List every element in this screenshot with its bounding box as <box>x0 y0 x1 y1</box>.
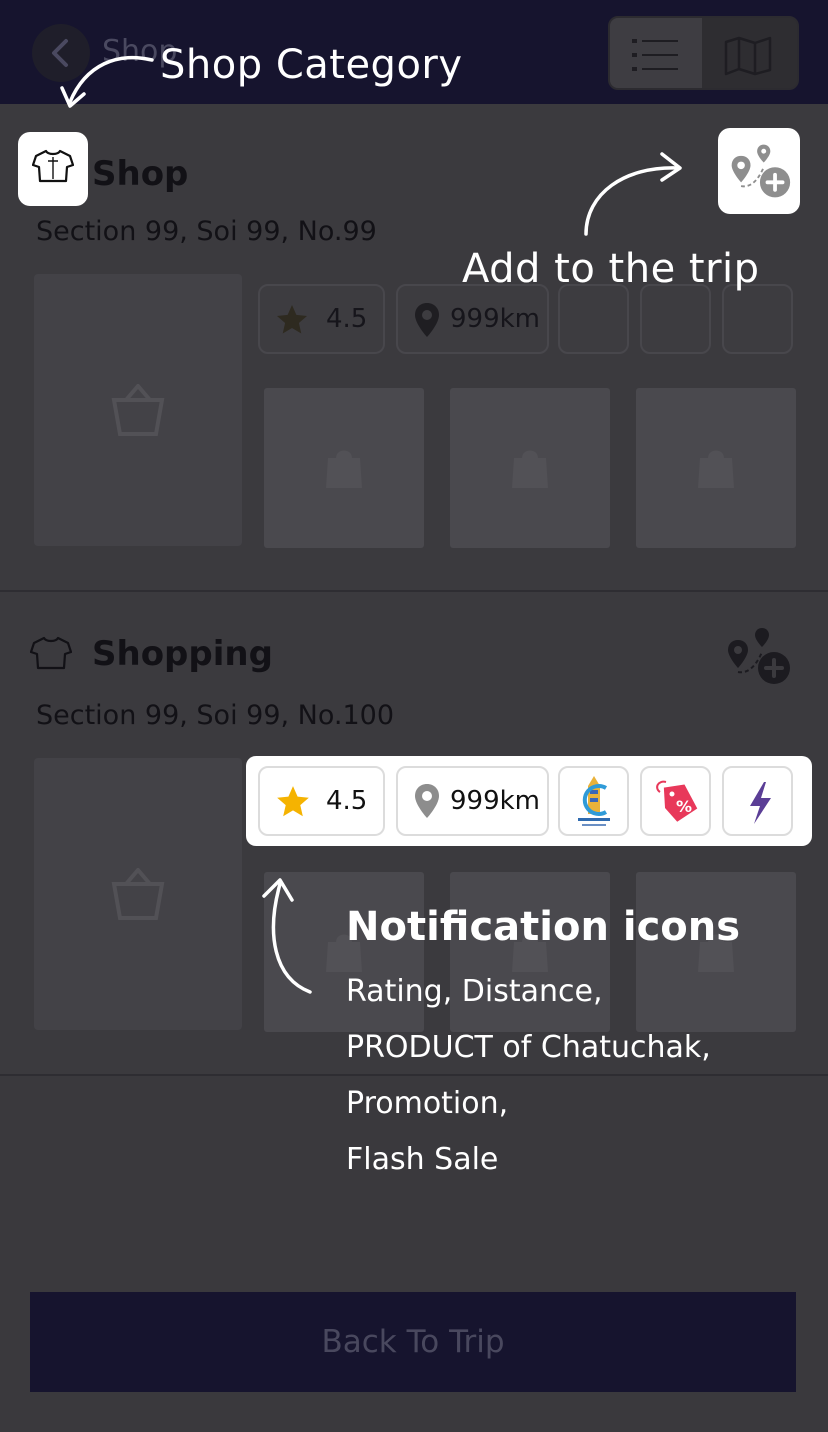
notification-icons-highlight: 4.5 999km % <box>246 756 812 846</box>
star-icon <box>277 305 307 334</box>
flash-sale-badge <box>722 766 793 836</box>
shop-category-tip: Shop Category <box>160 42 463 88</box>
shop-basket-icon <box>111 868 165 920</box>
notification-tip-line: Promotion, <box>346 1086 509 1121</box>
shirt-category-icon <box>30 636 72 670</box>
chatuchak-product-badge <box>558 284 629 354</box>
notification-icons-tip-title: Notification icons <box>346 904 741 950</box>
notification-tip-line: Rating, Distance, <box>346 974 603 1009</box>
add-to-trip-icon <box>731 144 791 198</box>
view-toggle <box>608 16 799 90</box>
product-thumbnail[interactable] <box>450 388 610 548</box>
add-to-trip-arrow <box>584 152 682 236</box>
map-view-button[interactable] <box>702 18 797 88</box>
distance-value: 999km <box>450 304 541 334</box>
shop-name: Shopping <box>92 634 273 674</box>
flash-sale-icon <box>750 782 771 824</box>
promotion-badge <box>640 284 711 354</box>
product-thumbnail[interactable] <box>636 388 796 548</box>
list-view-icon <box>632 39 678 71</box>
rating-badge: 4.5 <box>258 766 385 836</box>
product-thumbnail[interactable] <box>264 388 424 548</box>
shop-category-highlight <box>18 132 88 206</box>
product-thumbnail[interactable] <box>636 872 796 1032</box>
chatuchak-product-icon <box>578 776 610 826</box>
location-pin-icon <box>415 784 439 818</box>
shop-name: Shop <box>92 154 189 194</box>
chatuchak-product-badge <box>558 766 629 836</box>
product-bag-icon <box>326 450 362 488</box>
notification-tip-line: PRODUCT of Chatuchak, <box>346 1030 711 1065</box>
add-to-trip-icon[interactable] <box>722 626 792 686</box>
product-bag-icon <box>698 450 734 488</box>
product-bag-icon <box>512 450 548 488</box>
star-icon <box>277 786 309 817</box>
back-to-trip-button[interactable]: Back To Trip <box>30 1292 796 1392</box>
list-view-button[interactable] <box>610 18 702 88</box>
svg-text:%: % <box>676 797 692 816</box>
distance-value: 999km <box>450 786 541 816</box>
location-pin-icon <box>415 303 439 337</box>
shop-category-arrow <box>60 55 154 108</box>
shop-basket-icon <box>111 384 165 436</box>
flash-sale-badge <box>722 284 793 354</box>
map-view-icon <box>724 36 772 76</box>
promotion-tag-icon: % <box>656 780 698 822</box>
shop-main-image <box>34 274 242 546</box>
add-to-trip-tip: Add to the trip <box>462 246 760 292</box>
shirt-category-icon <box>32 149 74 183</box>
add-to-trip-highlight[interactable] <box>718 128 800 214</box>
distance-badge: 999km <box>396 284 549 354</box>
rating-value: 4.5 <box>326 786 368 816</box>
shop-main-image <box>34 758 242 1030</box>
notification-tip-line: Flash Sale <box>346 1142 499 1177</box>
shop-address: Section 99, Soi 99, No.100 <box>36 700 395 731</box>
shop-address: Section 99, Soi 99, No.99 <box>36 216 377 247</box>
shop-card[interactable]: Shop Section 99, Soi 99, No.99 4.5 999km <box>0 104 828 592</box>
notification-icons-arrow <box>262 878 312 994</box>
rating-value: 4.5 <box>326 304 368 334</box>
distance-badge: 999km <box>396 766 549 836</box>
rating-badge: 4.5 <box>258 284 385 354</box>
promotion-badge: % <box>640 766 711 836</box>
